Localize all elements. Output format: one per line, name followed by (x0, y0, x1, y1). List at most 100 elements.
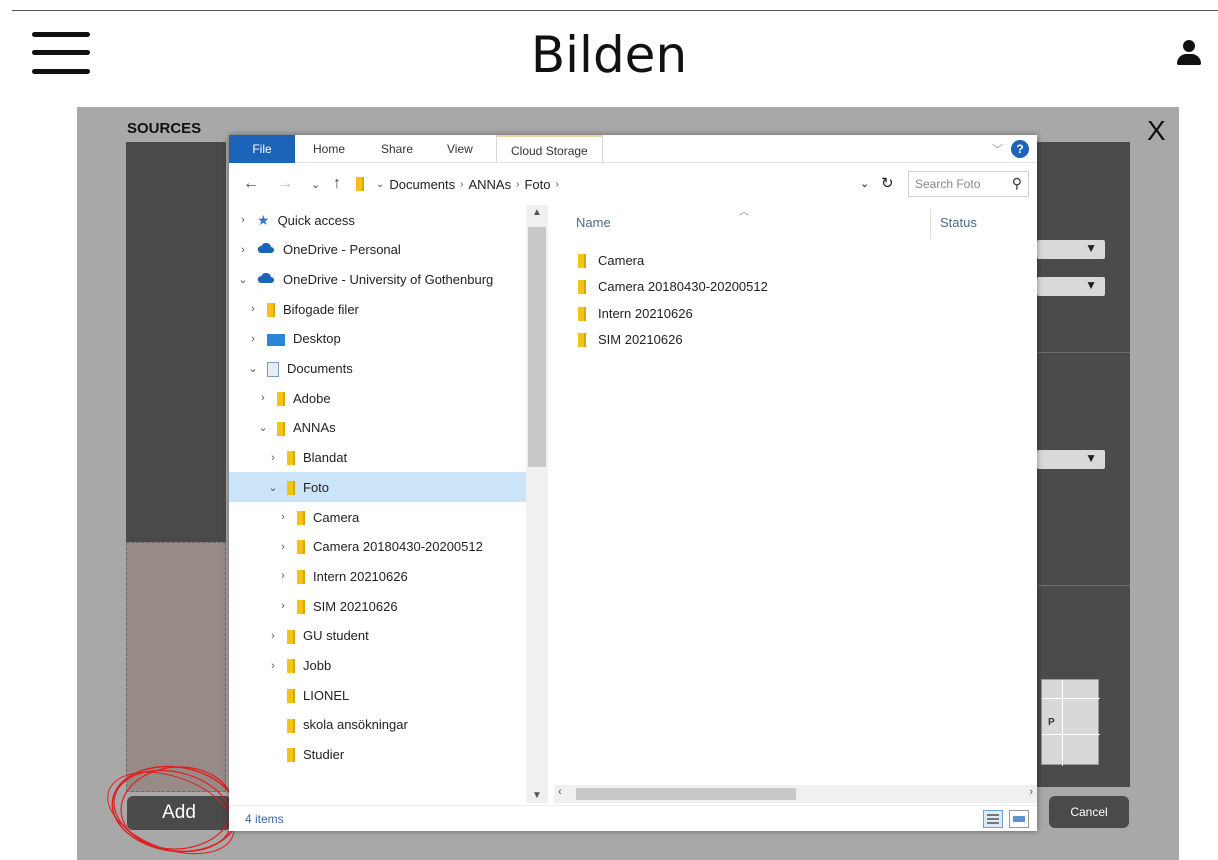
folder-icon (287, 628, 295, 644)
tab-file[interactable]: File (229, 135, 295, 163)
tree-item-label: ANNAs (293, 420, 336, 436)
folder-icon (578, 279, 586, 295)
chevron-right-icon[interactable]: › (255, 392, 271, 404)
file-row[interactable]: Intern 20210626 (578, 301, 693, 325)
chevron-down-icon[interactable]: ⌄ (255, 421, 271, 434)
horizontal-scrollbar[interactable]: ‹ › (554, 785, 1037, 803)
expand-ribbon-icon[interactable]: ﹀ (992, 141, 1003, 157)
folder-icon (277, 420, 285, 436)
chevron-right-icon[interactable]: › (235, 214, 251, 226)
chevron-right-icon[interactable]: › (245, 303, 261, 315)
column-divider[interactable] (930, 209, 931, 239)
tab-view[interactable]: View (447, 135, 473, 163)
tree-item[interactable]: › Camera 20180430-20200512 (229, 532, 526, 562)
settings-select-2[interactable]: ▼ (1037, 277, 1105, 296)
sources-drop-area[interactable] (126, 542, 226, 792)
tree-scrollbar[interactable]: ▲ ▼ (526, 205, 548, 803)
tree-item-label: Quick access (277, 212, 355, 228)
folder-icon (267, 301, 275, 317)
file-row[interactable]: Camera 20180430-20200512 (578, 275, 768, 299)
tree-item[interactable]: › SIM 20210626 (229, 591, 526, 621)
help-icon[interactable]: ? (1011, 140, 1029, 158)
chevron-right-icon[interactable]: › (265, 630, 281, 642)
file-name: SIM 20210626 (598, 332, 683, 347)
up-arrow-icon[interactable]: ↑ (333, 175, 341, 193)
folder-icon (277, 390, 285, 406)
settings-select-1[interactable]: ▼ (1037, 240, 1105, 259)
chevron-down-icon[interactable]: ⌄ (265, 481, 281, 494)
scrollbar-thumb[interactable] (528, 227, 546, 467)
large-icons-view-icon[interactable] (1009, 810, 1029, 828)
refresh-icon[interactable]: ↻ (881, 174, 894, 192)
sort-caret-icon: ︿ (739, 207, 749, 218)
scroll-left-icon[interactable]: ‹ (558, 786, 562, 798)
tree-item[interactable]: › Blandat (229, 443, 526, 473)
forward-arrow-icon[interactable]: → (277, 175, 293, 193)
scrollbar-thumb[interactable] (576, 788, 796, 800)
tree-item[interactable]: › Intern 20210626 (229, 561, 526, 591)
breadcrumb-foto[interactable]: Foto (519, 177, 555, 192)
settings-select-3[interactable]: ▼ (1037, 450, 1105, 469)
address-bar[interactable]: ⌄ Documents › ANNAs › Foto › (356, 171, 902, 197)
chevron-right-icon[interactable]: › (235, 244, 251, 256)
add-button[interactable]: Add (127, 796, 231, 830)
breadcrumb-documents[interactable]: Documents (384, 177, 460, 192)
tree-item[interactable]: › ★ Quick access (229, 205, 526, 235)
tree-item[interactable]: skola ansökningar (229, 710, 526, 740)
recent-locations-icon[interactable]: ⌄ (311, 178, 320, 191)
folder-icon (297, 539, 305, 555)
tree-item[interactable]: › Desktop (229, 324, 526, 354)
settings-panel: ▼ ▼ ▼ P (1035, 142, 1130, 787)
tree-item[interactable]: ⌄ Foto (229, 472, 526, 503)
chevron-right-icon[interactable]: › (275, 511, 291, 523)
preview-thumbnail[interactable]: P (1041, 679, 1100, 766)
sources-label: SOURCES (127, 120, 202, 137)
chevron-right-icon[interactable]: › (265, 452, 281, 464)
file-list: ︿ Name Status Camera Camera 20180430-2020… (554, 205, 1037, 795)
search-icon: ⚲ (1011, 175, 1022, 191)
search-input[interactable]: Search Foto ⚲ (908, 171, 1029, 197)
tree-item[interactable]: ⌄ Documents (229, 354, 526, 384)
tree-item[interactable]: ⌄ ANNAs (229, 413, 526, 443)
user-icon[interactable] (1176, 40, 1202, 68)
chevron-down-icon: ▼ (1085, 451, 1097, 465)
chevron-down-icon[interactable]: ⌄ (245, 362, 261, 375)
chevron-right-icon[interactable]: › (265, 660, 281, 672)
tree-item[interactable]: › OneDrive - Personal (229, 235, 526, 265)
file-row[interactable]: SIM 20210626 (578, 328, 683, 352)
tree-item[interactable]: ⌄ OneDrive - University of Gothenburg (229, 264, 526, 294)
file-name: Camera 20180430-20200512 (598, 279, 768, 294)
chevron-right-icon[interactable]: › (275, 570, 291, 582)
column-name[interactable]: Name (576, 215, 611, 230)
file-row[interactable]: Camera (578, 248, 644, 272)
tree-item[interactable]: LIONEL (229, 680, 526, 710)
details-view-icon[interactable] (983, 810, 1003, 828)
tree-item[interactable]: Studier (229, 740, 526, 770)
scroll-up-icon[interactable]: ▲ (532, 207, 542, 218)
tree-item[interactable]: › Jobb (229, 651, 526, 681)
chevron-right-icon[interactable]: › (245, 333, 261, 345)
column-status[interactable]: Status (940, 215, 977, 230)
chevron-down-icon[interactable]: ⌄ (235, 273, 251, 286)
tab-home[interactable]: Home (313, 135, 345, 163)
tree-item[interactable]: › Camera (229, 502, 526, 532)
tab-cloud-storage[interactable]: Cloud Storage (496, 135, 603, 163)
tab-share[interactable]: Share (381, 135, 413, 163)
tree-item-label: Foto (303, 479, 330, 495)
star-icon: ★ (257, 211, 270, 228)
address-dropdown-icon[interactable]: ⌄ (860, 177, 869, 190)
chevron-right-icon[interactable]: › (275, 600, 291, 612)
breadcrumb-annas[interactable]: ANNAs (463, 177, 516, 192)
tree-item-label: OneDrive - Personal (283, 242, 401, 258)
tree-item[interactable]: › Adobe (229, 383, 526, 413)
scroll-down-icon[interactable]: ▼ (532, 790, 542, 801)
back-arrow-icon[interactable]: ← (243, 175, 259, 193)
cancel-button[interactable]: Cancel (1049, 796, 1129, 828)
scroll-right-icon[interactable]: › (1029, 786, 1033, 798)
close-button[interactable]: X (1147, 115, 1166, 147)
tree-item[interactable]: › GU student (229, 621, 526, 651)
file-explorer-dialog: File Home Share View Cloud Storage ﹀ ? ←… (229, 135, 1037, 831)
file-name: Camera (598, 252, 645, 268)
chevron-right-icon[interactable]: › (275, 541, 291, 553)
tree-item[interactable]: › Bifogade filer (229, 294, 526, 324)
